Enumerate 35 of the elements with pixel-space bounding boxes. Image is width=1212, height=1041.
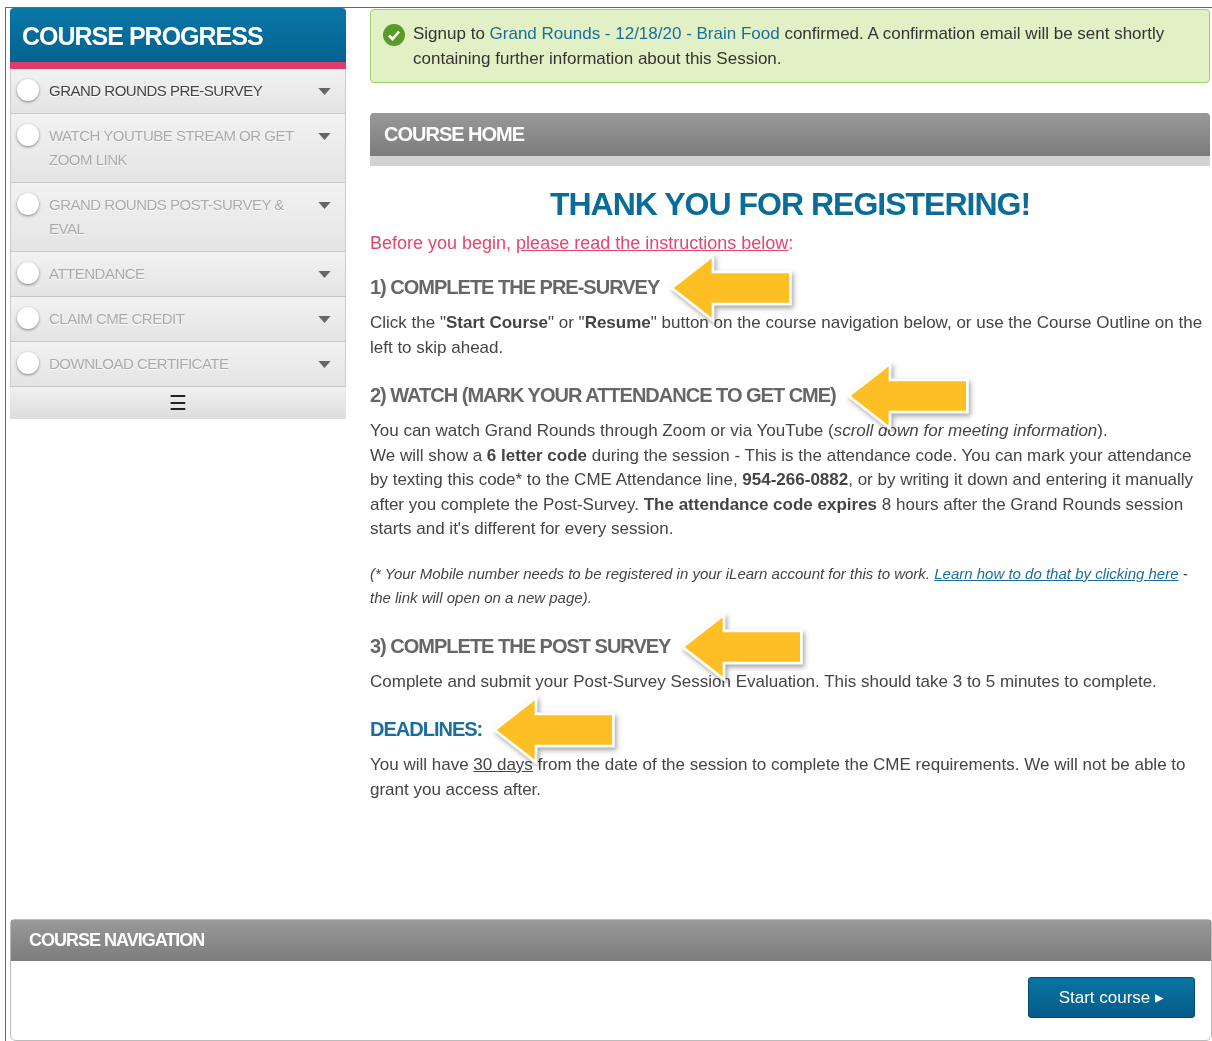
section-heading: 2) WATCH (MARK YOUR ATTENDANCE TO GET CME) xyxy=(370,384,836,407)
help-link[interactable]: Learn how to do that by clicking here xyxy=(934,564,1179,582)
caret-icon xyxy=(318,133,331,140)
section-heading: 3) COMPLETE THE POST SURVEY xyxy=(370,634,671,658)
caret-icon xyxy=(318,202,331,209)
menu-button[interactable]: ☰ xyxy=(10,387,346,419)
radio-icon xyxy=(17,262,39,284)
section-heading: DEADLINES: xyxy=(370,718,483,741)
radio-icon xyxy=(17,307,39,329)
start-course-button[interactable]: Start course ▸ xyxy=(1027,977,1195,1018)
check-icon xyxy=(383,24,405,46)
caret-icon xyxy=(318,361,331,368)
intro-text: Before you begin, please read the instructions below: xyxy=(370,233,795,254)
navigation-header: COURSE NAVIGATION xyxy=(11,920,1211,961)
session-link[interactable]: Grand Rounds - 12/18/20 - Brain Food xyxy=(489,24,780,43)
section-heading: 1) COMPLETE THE PRE-SURVEY xyxy=(370,276,660,299)
section-header: COURSE HOME xyxy=(370,113,1210,166)
radio-icon xyxy=(17,193,39,215)
instructions-link[interactable]: please read the instructions below xyxy=(516,233,789,253)
radio-icon xyxy=(17,79,39,101)
caret-icon xyxy=(318,316,331,323)
sidebar-item[interactable]: GRAND ROUNDS PRE-SURVEY xyxy=(10,69,346,114)
body-text: We will show a 6 letter code during the session - This is the attendance code. You can mark your attendance by texting this code* to the CME Attendance line, 954-266-0882, or by writing it down and entering it manually after you complete the Post-Survey. The attendance code expires 8 hours after the Grand Rounds session starts and it's different for every session. xyxy=(370,444,1195,540)
radio-icon xyxy=(17,352,39,374)
footnote-text: (* Your Mobile number needs to be registered in your iLearn account for this to work. Learn how to do that by clicking here - the link will open on a new page). xyxy=(370,563,1189,608)
caret-icon xyxy=(318,271,331,278)
body-text: You will have 30 days from the date of the session to complete the CME requirements. We will not be able to grant you access after. xyxy=(370,754,1187,801)
sidebar-title: COURSE PROGRESS xyxy=(10,8,346,69)
body-text: Click the "Start Course" or "Resume" button on the course navigation below, or use the Course Outline on the left to skip ahead. xyxy=(370,312,1204,359)
body-text: You can watch Grand Rounds through Zoom or via YouTube (scroll down for meeting information). xyxy=(370,420,1109,442)
radio-icon xyxy=(17,124,39,146)
alert-message: Signup to Grand Rounds - 12/18/20 - Brain Food confirmed. A confirmation email will be sent shortly containing further information about this Session. xyxy=(413,23,1166,70)
body-text: Complete and submit your Post-Survey Session Evaluation. This should take 3 to 5 minutes to complete. xyxy=(370,670,1158,693)
page-title: THANK YOU FOR REGISTERING! xyxy=(548,186,1032,223)
caret-icon xyxy=(318,88,331,95)
